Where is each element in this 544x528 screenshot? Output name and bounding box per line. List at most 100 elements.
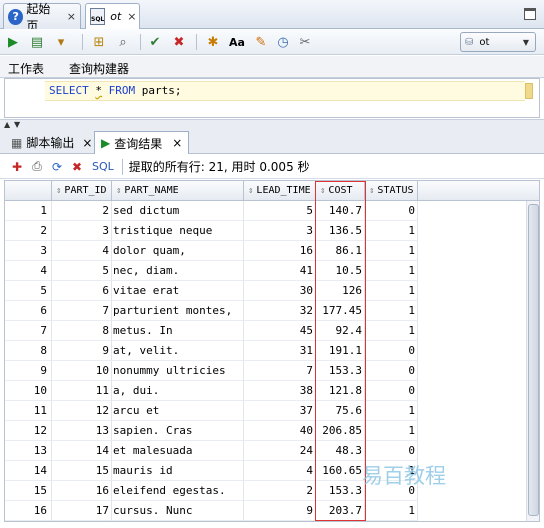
cell-part-name[interactable]: nec, diam.: [112, 261, 244, 281]
cell-cost[interactable]: 48.3: [316, 441, 365, 461]
cell-part-id[interactable]: 2: [52, 201, 112, 221]
cell-cost[interactable]: 92.4: [316, 321, 365, 341]
cell-part-name[interactable]: dolor quam,: [112, 241, 244, 261]
cell-lead-time[interactable]: 45: [244, 321, 316, 341]
tab-query-result[interactable]: ▶ 查询结果 ×: [94, 131, 190, 154]
cell-part-name[interactable]: metus. In: [112, 321, 244, 341]
cell-lead-time[interactable]: 37: [244, 401, 316, 421]
cell-part-name[interactable]: arcu et: [112, 401, 244, 421]
table-row[interactable]: 11 12 arcu et 37 75.6 1: [5, 401, 525, 421]
table-row[interactable]: 8 9 at, velit. 31 191.1 0: [5, 341, 525, 361]
cell-part-name[interactable]: at, velit.: [112, 341, 244, 361]
cell-status[interactable]: 1: [365, 301, 418, 321]
rollback-icon[interactable]: ✖: [170, 33, 188, 51]
cell-part-id[interactable]: 14: [52, 441, 112, 461]
cell-part-name[interactable]: parturient montes,: [112, 301, 244, 321]
commit-icon[interactable]: ✔: [146, 33, 164, 51]
connection-select[interactable]: ⛁ ot ▼: [460, 32, 536, 52]
column-header-status[interactable]: ⇕ STATUS: [365, 181, 418, 201]
tab-start-page[interactable]: ? 起始页 ×: [3, 2, 81, 33]
cell-cost[interactable]: 191.1: [316, 341, 365, 361]
cell-part-name[interactable]: mauris id: [112, 461, 244, 481]
cell-cost[interactable]: 160.65: [316, 461, 365, 481]
cell-part-id[interactable]: 6: [52, 281, 112, 301]
cell-part-id[interactable]: 16: [52, 481, 112, 501]
result-grid[interactable]: ⇕ PART_ID ⇕ PART_NAME ⇕ LEAD_TIME ⇕ COST ⇕ ST…: [4, 180, 540, 522]
cell-cost[interactable]: 136.5: [316, 221, 365, 241]
cell-cost[interactable]: 203.7: [316, 501, 365, 521]
cell-status[interactable]: 0: [365, 441, 418, 461]
table-row[interactable]: 12 13 sapien. Cras 40 206.85 1: [5, 421, 525, 441]
commit-dropdown-icon[interactable]: ▾: [52, 33, 70, 51]
cell-lead-time[interactable]: 4: [244, 461, 316, 481]
cell-lead-time[interactable]: 32: [244, 301, 316, 321]
cell-status[interactable]: 1: [365, 321, 418, 341]
cell-part-name[interactable]: sapien. Cras: [112, 421, 244, 441]
cell-lead-time[interactable]: 16: [244, 241, 316, 261]
tab-script-output[interactable]: ▦ 脚本输出 ×: [4, 131, 99, 154]
cell-part-id[interactable]: 15: [52, 461, 112, 481]
table-row[interactable]: 2 3 tristique neque 3 136.5 1: [5, 221, 525, 241]
cell-status[interactable]: 0: [365, 361, 418, 381]
clear-icon[interactable]: ✎: [252, 33, 270, 51]
cell-cost[interactable]: 10.5: [316, 261, 365, 281]
cell-lead-time[interactable]: 5: [244, 201, 316, 221]
maximize-icon[interactable]: [524, 8, 536, 20]
sql-link[interactable]: SQL: [92, 160, 114, 173]
cell-lead-time[interactable]: 7: [244, 361, 316, 381]
cell-cost[interactable]: 86.1: [316, 241, 365, 261]
table-row[interactable]: 4 5 nec, diam. 41 10.5 1: [5, 261, 525, 281]
cell-lead-time[interactable]: 40: [244, 421, 316, 441]
cell-part-id[interactable]: 7: [52, 301, 112, 321]
close-icon[interactable]: ×: [67, 10, 76, 23]
cell-part-id[interactable]: 17: [52, 501, 112, 521]
table-row[interactable]: 10 11 a, dui. 38 121.8 0: [5, 381, 525, 401]
tab-worksheet[interactable]: 工作表: [8, 60, 44, 77]
to-upper-lower-icon[interactable]: Aa: [228, 33, 246, 51]
cell-status[interactable]: 1: [365, 501, 418, 521]
cell-part-name[interactable]: a, dui.: [112, 381, 244, 401]
sql-editor[interactable]: SELECT * FROM parts;: [4, 78, 540, 118]
cell-part-id[interactable]: 4: [52, 241, 112, 261]
tab-query-builder[interactable]: 查询构建器: [69, 60, 129, 77]
cell-part-id[interactable]: 3: [52, 221, 112, 241]
cell-lead-time[interactable]: 38: [244, 381, 316, 401]
cell-part-name[interactable]: et malesuada: [112, 441, 244, 461]
close-icon[interactable]: ×: [127, 10, 136, 23]
cell-status[interactable]: 1: [365, 261, 418, 281]
history-icon[interactable]: ◷: [274, 33, 292, 51]
table-row[interactable]: 15 16 eleifend egestas. 2 153.3 0: [5, 481, 525, 501]
tools-icon[interactable]: ✂: [296, 33, 314, 51]
cell-lead-time[interactable]: 31: [244, 341, 316, 361]
cell-cost[interactable]: 206.85: [316, 421, 365, 441]
cell-lead-time[interactable]: 30: [244, 281, 316, 301]
run-statement-icon[interactable]: ▶: [4, 33, 22, 51]
explain-plan-icon[interactable]: ⊞: [90, 33, 108, 51]
cell-part-id[interactable]: 12: [52, 401, 112, 421]
cell-part-id[interactable]: 10: [52, 361, 112, 381]
close-icon[interactable]: ×: [82, 136, 92, 150]
cell-lead-time[interactable]: 24: [244, 441, 316, 461]
table-row[interactable]: 5 6 vitae erat 30 126 1: [5, 281, 525, 301]
pane-splitter[interactable]: ▲ ▼: [0, 119, 544, 129]
table-row[interactable]: 1 2 sed dictum 5 140.7 0: [5, 201, 525, 221]
tab-worksheet-ot[interactable]: SQL ot ×: [85, 3, 140, 29]
cell-lead-time[interactable]: 3: [244, 221, 316, 241]
cell-lead-time[interactable]: 41: [244, 261, 316, 281]
cell-part-name[interactable]: cursus. Nunc: [112, 501, 244, 521]
cell-part-name[interactable]: sed dictum: [112, 201, 244, 221]
column-header-part-name[interactable]: ⇕ PART_NAME: [112, 181, 244, 201]
cell-status[interactable]: 0: [365, 381, 418, 401]
cell-part-name[interactable]: vitae erat: [112, 281, 244, 301]
column-header-cost[interactable]: ⇕ COST: [316, 181, 365, 201]
vertical-scrollbar[interactable]: [526, 201, 539, 521]
cell-lead-time[interactable]: 9: [244, 501, 316, 521]
cell-cost[interactable]: 153.3: [316, 481, 365, 501]
table-row[interactable]: 3 4 dolor quam, 16 86.1 1: [5, 241, 525, 261]
table-row[interactable]: 7 8 metus. In 45 92.4 1: [5, 321, 525, 341]
table-row[interactable]: 6 7 parturient montes, 32 177.45 1: [5, 301, 525, 321]
sql-tuning-icon[interactable]: ✱: [204, 33, 222, 51]
cell-status[interactable]: 1: [365, 241, 418, 261]
cell-cost[interactable]: 140.7: [316, 201, 365, 221]
column-header-lead-time[interactable]: ⇕ LEAD_TIME: [244, 181, 316, 201]
